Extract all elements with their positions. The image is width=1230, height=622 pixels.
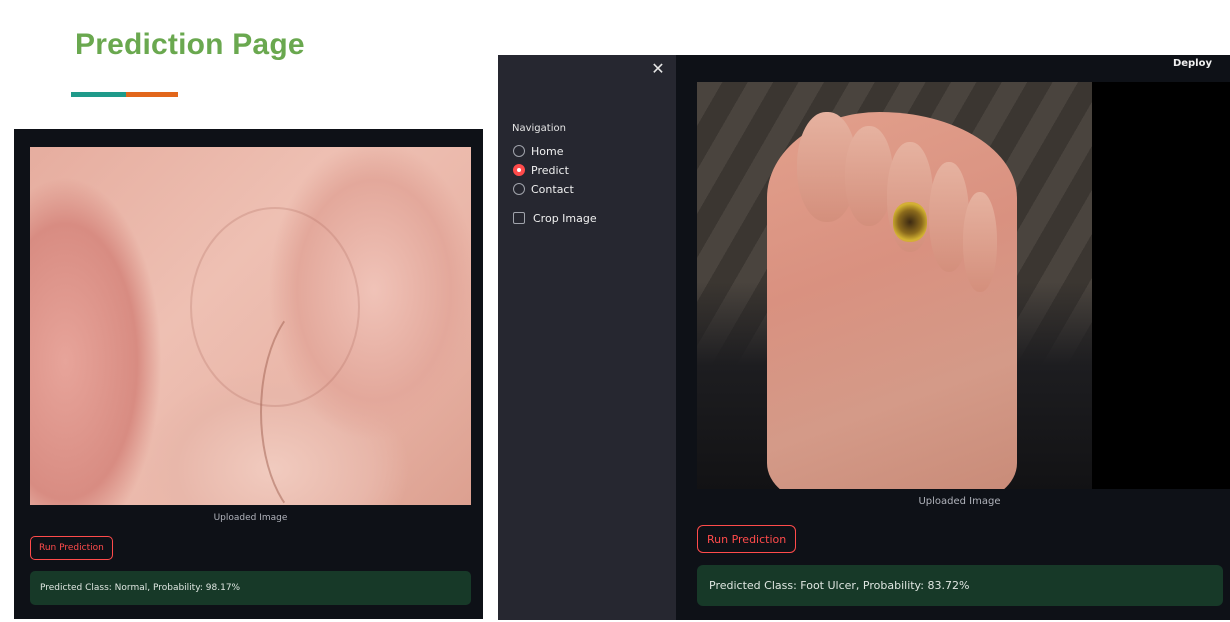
prediction-result-alert: Predicted Class: Normal, Probability: 98… xyxy=(30,571,471,605)
accent-bar-orange xyxy=(126,92,178,97)
radio-button-selected[interactable] xyxy=(513,164,525,176)
toe xyxy=(963,192,997,292)
nav-option-label: Predict xyxy=(531,163,569,177)
uploaded-image-foot-ulcer xyxy=(697,82,1092,489)
image-letterbox xyxy=(1092,82,1230,489)
nav-option-label: Home xyxy=(531,144,564,158)
skin-fold xyxy=(260,297,380,505)
radio-button[interactable] xyxy=(513,183,525,195)
image-caption: Uploaded Image xyxy=(918,496,1001,507)
ulcer-wound xyxy=(893,202,927,242)
nav-radio-predict[interactable]: Predict xyxy=(513,162,569,178)
crop-image-label: Crop Image xyxy=(533,211,597,225)
navigation-label: Navigation xyxy=(512,123,566,134)
sidebar: ✕ Navigation Home Predict Contact Crop I… xyxy=(498,55,676,620)
app-screenshot-normal: Uploaded Image Run Prediction Predicted … xyxy=(14,129,483,619)
accent-bar-teal xyxy=(71,92,126,97)
app-screenshot-ulcer: ✕ Navigation Home Predict Contact Crop I… xyxy=(498,55,1230,620)
run-prediction-button[interactable]: Run Prediction xyxy=(697,525,797,553)
close-icon[interactable]: ✕ xyxy=(648,59,668,79)
nav-radio-home[interactable]: Home xyxy=(513,143,563,159)
run-prediction-button[interactable]: Run Prediction xyxy=(30,536,113,560)
uploaded-image-normal-foot xyxy=(30,147,471,505)
nav-radio-contact[interactable]: Contact xyxy=(513,181,574,197)
crop-image-checkbox[interactable]: Crop Image xyxy=(513,210,597,226)
radio-button[interactable] xyxy=(513,145,525,157)
toe xyxy=(845,126,893,226)
deploy-button[interactable]: Deploy xyxy=(1173,58,1212,69)
slide: Prediction Page Uploaded Image Run Predi… xyxy=(0,0,1230,622)
page-title: Prediction Page xyxy=(75,28,305,61)
image-caption: Uploaded Image xyxy=(213,513,288,523)
prediction-result-alert: Predicted Class: Foot Ulcer, Probability… xyxy=(697,565,1223,606)
checkbox-box[interactable] xyxy=(513,212,525,224)
nav-option-label: Contact xyxy=(531,182,574,196)
